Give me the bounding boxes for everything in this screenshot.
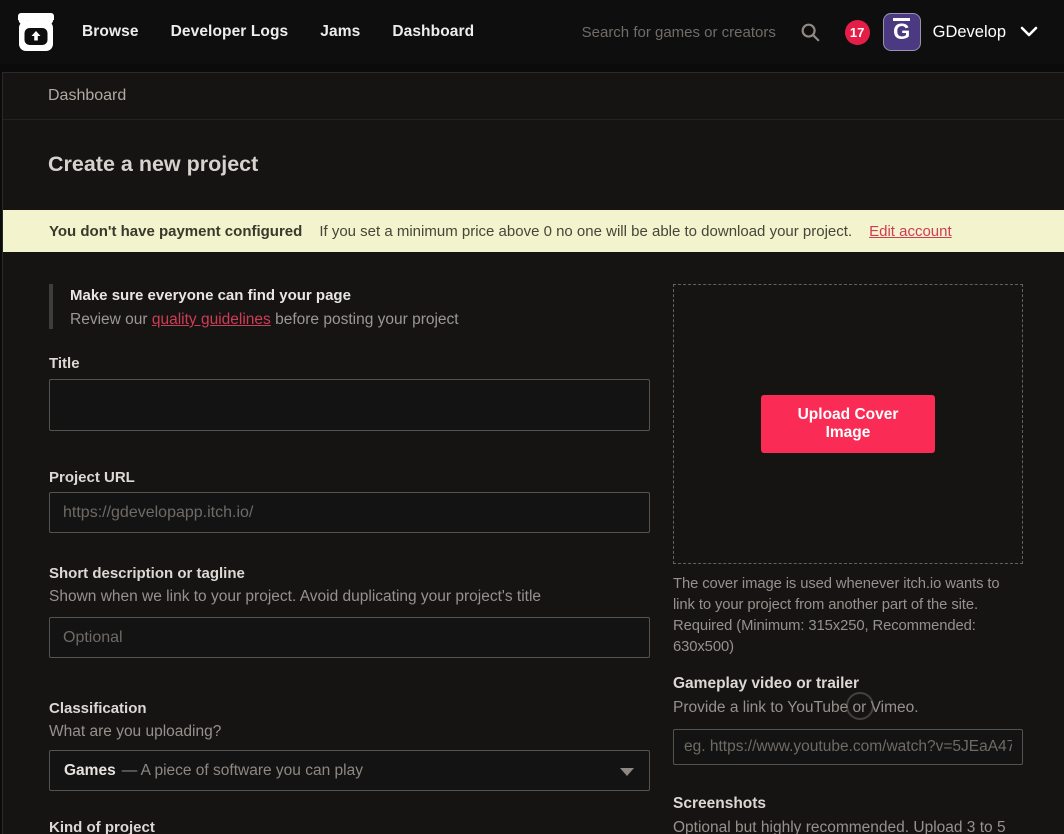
cover-image-dropzone[interactable]: Upload Cover Image bbox=[673, 284, 1023, 564]
itchio-logo-icon bbox=[16, 11, 56, 53]
form-left-column: Make sure everyone can find your page Re… bbox=[49, 284, 650, 834]
breadcrumb-row: Dashboard bbox=[3, 73, 1064, 120]
top-header: Browse Developer Logs Jams Dashboard 17 G G… bbox=[0, 0, 1064, 64]
gdevelop-logo-icon: G bbox=[893, 18, 910, 43]
callout-subtitle: Review our quality guidelines before pos… bbox=[70, 311, 650, 329]
kind-of-project-label: Kind of project bbox=[49, 819, 650, 834]
screenshots-label: Screenshots bbox=[673, 795, 1023, 813]
classification-select[interactable]: Games — A piece of software you can play bbox=[49, 750, 650, 791]
page-container: Dashboard Create a new project You don't… bbox=[2, 72, 1064, 834]
notification-badge[interactable]: 17 bbox=[845, 20, 870, 45]
upload-cover-image-button[interactable]: Upload Cover Image bbox=[761, 395, 935, 453]
nav-item-dashboard[interactable]: Dashboard bbox=[392, 23, 474, 41]
nav-item-jams[interactable]: Jams bbox=[320, 23, 360, 41]
nav-item-browse[interactable]: Browse bbox=[82, 23, 139, 41]
nav-item-developer-logs[interactable]: Developer Logs bbox=[171, 23, 289, 41]
classification-value-description: — A piece of software you can play bbox=[122, 762, 363, 780]
breadcrumb[interactable]: Dashboard bbox=[48, 87, 126, 105]
tagline-input[interactable] bbox=[49, 617, 650, 658]
banner-message: If you set a minimum price above 0 no on… bbox=[319, 223, 852, 240]
quality-guidelines-callout: Make sure everyone can find your page Re… bbox=[49, 284, 650, 329]
gameplay-video-label: Gameplay video or trailer bbox=[673, 675, 1023, 693]
tagline-help: Shown when we link to your project. Avoi… bbox=[49, 588, 650, 606]
cover-image-help: The cover image is used whenever itch.io… bbox=[673, 574, 1023, 658]
form-columns: Make sure everyone can find your page Re… bbox=[3, 252, 1064, 834]
form-right-column: Upload Cover Image The cover image is us… bbox=[673, 284, 1023, 834]
search-input[interactable] bbox=[582, 24, 797, 41]
project-url-input[interactable] bbox=[49, 492, 650, 533]
callout-text-before: Review our bbox=[70, 311, 152, 328]
classification-label: Classification bbox=[49, 700, 650, 717]
chevron-down-icon[interactable] bbox=[1020, 26, 1038, 38]
gameplay-video-help: Provide a link to YouTube or Vimeo. bbox=[673, 699, 1023, 717]
header-right: 17 G GDevelop bbox=[582, 13, 1044, 51]
classification-help: What are you uploading? bbox=[49, 723, 650, 741]
project-url-label: Project URL bbox=[49, 469, 650, 486]
callout-title: Make sure everyone can find your page bbox=[70, 284, 650, 304]
username[interactable]: GDevelop bbox=[933, 23, 1006, 42]
user-avatar[interactable]: G bbox=[883, 13, 921, 51]
itchio-logo[interactable] bbox=[16, 10, 56, 54]
select-dropdown-arrow-icon bbox=[620, 768, 634, 776]
banner-bold-text: You don't have payment configured bbox=[49, 223, 302, 240]
search-icon[interactable] bbox=[799, 21, 821, 43]
gameplay-video-input[interactable] bbox=[673, 729, 1023, 765]
title-input[interactable] bbox=[49, 379, 650, 431]
payment-warning-banner: You don't have payment configured If you… bbox=[3, 210, 1064, 252]
callout-text-after: before posting your project bbox=[271, 311, 459, 328]
main-nav: Browse Developer Logs Jams Dashboard bbox=[82, 23, 474, 41]
gameplay-video-help-text: Provide a link to YouTube or Vimeo. bbox=[673, 699, 919, 716]
edit-account-link[interactable]: Edit account bbox=[869, 223, 952, 240]
tagline-label: Short description or tagline bbox=[49, 565, 650, 582]
quality-guidelines-link[interactable]: quality guidelines bbox=[152, 311, 271, 328]
title-label: Title bbox=[49, 355, 650, 372]
page-title: Create a new project bbox=[3, 120, 1064, 210]
classification-value: Games bbox=[64, 762, 116, 780]
screenshots-help: Optional but highly recommended. Upload … bbox=[673, 819, 1023, 834]
